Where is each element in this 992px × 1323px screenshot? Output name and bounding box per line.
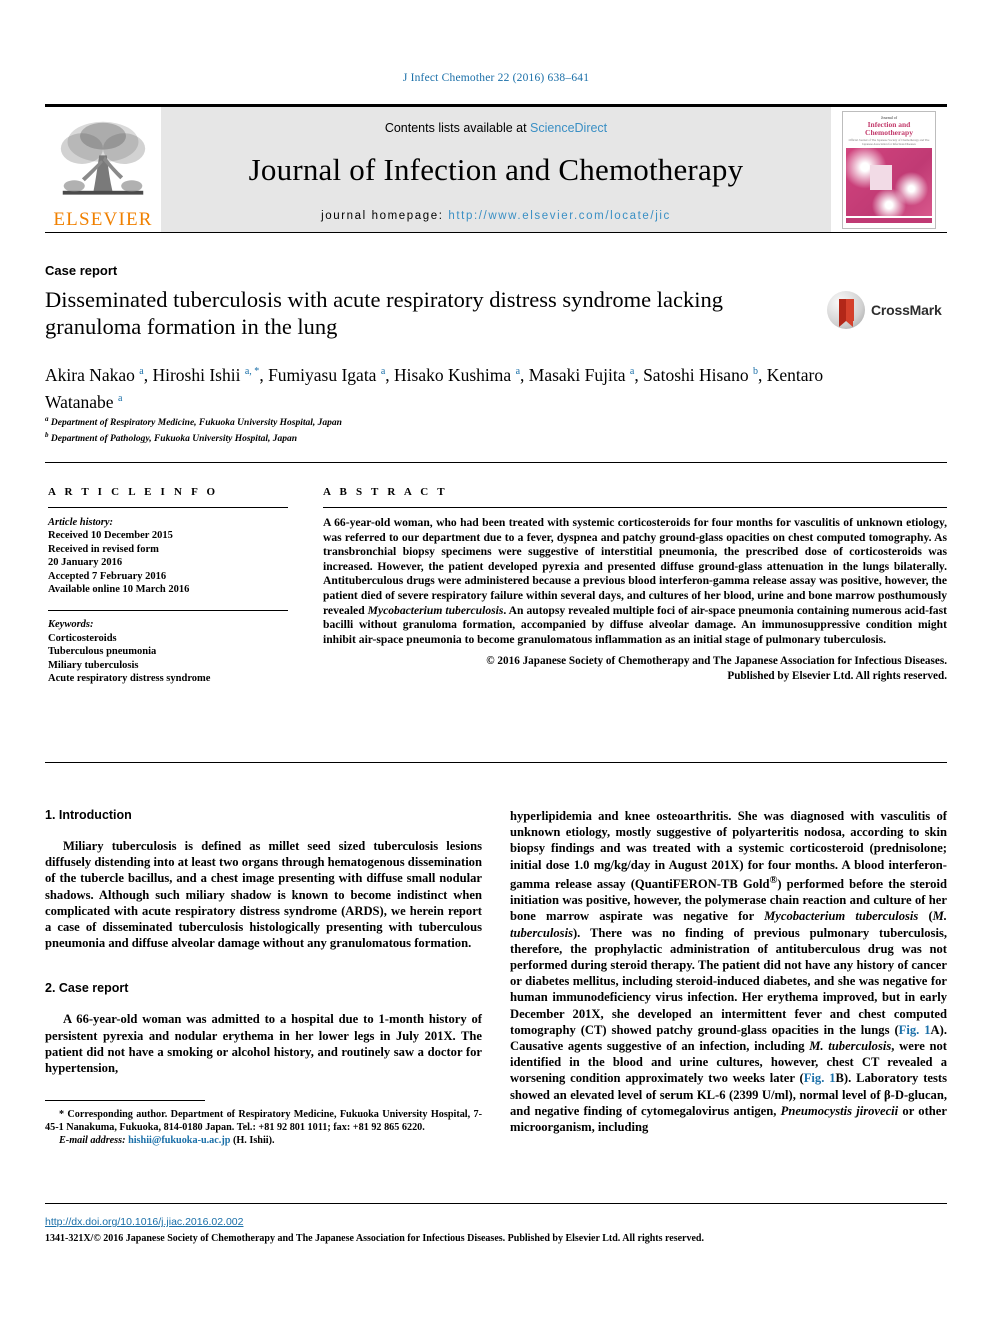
case-report-paragraph: A 66-year-old woman was admitted to a ho… (45, 1012, 482, 1076)
body-column-right: hyperlipidemia and knee osteoarthritis. … (510, 808, 947, 1135)
page-title: Disseminated tuberculosis with acute res… (45, 287, 723, 339)
article-history-label: Article history: (48, 517, 114, 528)
keywords-rule (48, 610, 288, 612)
history-item: 20 January 2016 (48, 557, 123, 569)
sciencedirect-link[interactable]: ScienceDirect (530, 121, 607, 135)
section-heading-introduction: 1. Introduction (45, 808, 132, 822)
info-block-top-rule (45, 462, 947, 463)
cover-subtitle: Official Journal of The Japanese Society… (848, 137, 930, 146)
journal-cover-image: Journal of Infection and Chemotherapy Of… (842, 110, 936, 229)
abstract-rule (323, 507, 947, 508)
email-link[interactable]: hishii@fukuoka-u.ac.jp (128, 1135, 230, 1146)
section-heading-case-report: 2. Case report (45, 981, 129, 996)
email-note: E-mail address: hishii@fukuoka-u.ac.jp (… (45, 1134, 482, 1147)
article-history: Article history: Received 10 December 20… (48, 516, 288, 596)
abstract-copyright: © 2016 Japanese Society of Chemotherapy … (486, 655, 947, 682)
article-page: J Infect Chemother 22 (2016) 638–641 ELS… (0, 0, 992, 1323)
running-head: J Infect Chemother 22 (2016) 638–641 (402, 72, 590, 84)
crossmark-badge[interactable]: CrossMark (827, 288, 947, 332)
keyword-item: Miliary tuberculosis (48, 659, 139, 671)
email-label: E-mail address: (59, 1135, 126, 1147)
journal-homepage-line: journal homepage: http://www.elsevier.co… (321, 210, 671, 222)
abstract-heading: A B S T R A C T (323, 486, 448, 498)
contents-available-line: Contents lists available at ScienceDirec… (385, 121, 607, 135)
contents-prefix: Contents lists available at (384, 121, 531, 135)
article-info-column: A R T I C L E I N F O Article history: R… (48, 486, 288, 685)
footer-rule (45, 1203, 947, 1204)
article-type: Case report (45, 263, 118, 278)
history-item: Received in revised form (48, 543, 159, 555)
case-report-paragraph-continued: hyperlipidemia and knee osteoarthritis. … (510, 809, 948, 1135)
journal-title: Journal of Infection and Chemotherapy (248, 152, 744, 187)
homepage-url[interactable]: http://www.elsevier.com/locate/jic (448, 210, 671, 222)
masthead-bottom-rule (45, 232, 947, 233)
keyword-item: Tuberculous pneumonia (48, 646, 157, 658)
abstract-text: A 66-year-old woman, who had been treate… (323, 516, 947, 646)
crossmark-label: CrossMark (871, 302, 942, 318)
masthead-center: Contents lists available at ScienceDirec… (161, 107, 831, 232)
doi-link[interactable]: http://dx.doi.org/10.1016/j.jiac.2016.02… (45, 1216, 243, 1228)
homepage-label: journal homepage: (321, 210, 444, 222)
keywords-label: Keywords: (48, 619, 94, 631)
history-item: Available online 10 March 2016 (48, 584, 190, 596)
corresponding-author-note: * Corresponding author. Department of Re… (45, 1109, 482, 1134)
abstract-column: A B S T R A C T A 66-year-old woman, who… (323, 486, 947, 683)
footnote-rule (45, 1100, 205, 1102)
body-column-left: 1. Introduction Miliary tuberculosis is … (45, 808, 482, 1147)
cover-photo (846, 147, 932, 216)
footer-copyright: 1341-321X/© 2016 Japanese Society of Che… (45, 1233, 704, 1244)
keyword-list: Keywords: Corticosteroids Tuberculous pn… (48, 618, 288, 685)
elsevier-tree-icon (60, 121, 146, 195)
elsevier-logo: ELSEVIER (45, 107, 161, 232)
affiliation-list: a Department of Respiratory Medicine, Fu… (45, 415, 342, 445)
keyword-item: Acute respiratory distress syndrome (48, 673, 211, 685)
crossmark-icon (827, 291, 865, 329)
journal-masthead: ELSEVIER Contents lists available at Sci… (45, 104, 947, 233)
journal-cover: Journal of Infection and Chemotherapy Of… (831, 107, 947, 232)
history-item: Accepted 7 February 2016 (48, 570, 167, 582)
cover-bottom-bar (846, 217, 932, 223)
introduction-paragraph: Miliary tuberculosis is defined as mille… (45, 839, 482, 951)
article-info-rule (48, 507, 288, 508)
info-block-bottom-rule (45, 762, 947, 763)
author-list: Akira Nakao a, Hiroshi Ishii a, *, Fumiy… (45, 364, 824, 412)
cover-top-line: Journal of (880, 114, 898, 120)
keyword-item: Corticosteroids (48, 632, 117, 644)
elsevier-wordmark: ELSEVIER (53, 209, 153, 230)
cover-title: Infection and Chemotherapy (865, 119, 913, 137)
article-info-heading: A R T I C L E I N F O (48, 486, 219, 498)
email-suffix: (H. Ishii). (232, 1135, 275, 1147)
history-item: Received 10 December 2015 (48, 530, 173, 542)
